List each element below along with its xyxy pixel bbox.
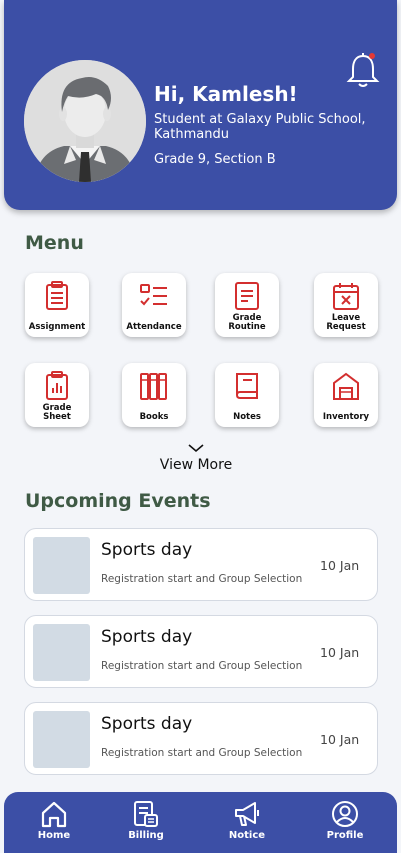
document-icon	[235, 282, 259, 310]
menu-item-label: Assignment	[28, 322, 86, 332]
checklist-icon	[140, 284, 167, 306]
menu-item-leave-request[interactable]: Leave Request	[314, 273, 378, 337]
menu-item-notes[interactable]: Notes	[215, 363, 279, 427]
notebook-icon	[236, 373, 258, 399]
nav-label: Profile	[326, 830, 364, 841]
menu-item-label: Inventory	[322, 412, 370, 422]
event-description: Registration start and Group Selection	[101, 660, 303, 672]
menu-title: Menu	[25, 232, 84, 254]
menu-item-inventory[interactable]: Inventory	[314, 363, 378, 427]
event-date: 10 Jan	[320, 732, 360, 747]
home-icon	[41, 801, 67, 828]
student-grade: Grade 9, Section B	[154, 152, 276, 167]
event-thumbnail	[33, 537, 90, 594]
nav-label: Home	[37, 830, 71, 841]
event-title: Sports day	[101, 540, 193, 560]
menu-item-grade-routine[interactable]: Grade Routine	[215, 273, 279, 337]
bottom-nav: Home Billing Notice Profile	[4, 792, 397, 853]
megaphone-icon	[235, 802, 259, 826]
event-description: Registration start and Group Selection	[101, 747, 303, 759]
menu-item-grade-sheet[interactable]: Grade Sheet	[25, 363, 89, 427]
chevron-down-icon	[188, 444, 204, 453]
menu-item-attendance[interactable]: Attendance	[122, 273, 186, 337]
notification-dot	[369, 53, 375, 59]
menu-item-label: Grade Routine	[228, 313, 266, 332]
menu-item-label: Grade Sheet	[42, 403, 72, 422]
menu-item-label: Notes	[233, 412, 261, 422]
calendar-x-icon	[333, 283, 359, 310]
menu-item-assignment[interactable]: Assignment	[25, 273, 89, 337]
notification-bell-icon[interactable]	[346, 50, 380, 90]
student-school: Student at Galaxy Public School, Kathman…	[154, 112, 366, 142]
event-card[interactable]: Sports day Registration start and Group …	[24, 528, 378, 601]
menu-item-label: Leave Request	[326, 313, 366, 332]
nav-profile[interactable]: Profile	[310, 800, 380, 841]
warehouse-icon	[333, 372, 359, 400]
view-more-button[interactable]: View More	[150, 442, 242, 473]
report-icon	[46, 371, 68, 400]
event-card[interactable]: Sports day Registration start and Group …	[24, 702, 378, 775]
profile-header: Hi, Kamlesh! Student at Galaxy Public Sc…	[4, 0, 397, 210]
event-description: Registration start and Group Selection	[101, 573, 303, 585]
event-title: Sports day	[101, 627, 193, 647]
nav-label: Billing	[128, 830, 164, 841]
events-title: Upcoming Events	[25, 490, 211, 512]
event-thumbnail	[33, 624, 90, 681]
view-more-label: View More	[159, 457, 233, 473]
books-icon	[140, 373, 167, 400]
event-date: 10 Jan	[320, 645, 360, 660]
profile-icon	[332, 801, 358, 827]
nav-label: Notice	[228, 830, 266, 841]
menu-item-label: Books	[139, 412, 169, 422]
nav-notice[interactable]: Notice	[212, 800, 282, 841]
event-card[interactable]: Sports day Registration start and Group …	[24, 615, 378, 688]
nav-billing[interactable]: Billing	[111, 800, 181, 841]
event-thumbnail	[33, 711, 90, 768]
menu-item-books[interactable]: Books	[122, 363, 186, 427]
menu-item-label: Attendance	[126, 322, 182, 332]
bill-icon	[134, 801, 158, 827]
event-date: 10 Jan	[320, 558, 360, 573]
avatar[interactable]	[24, 60, 146, 182]
event-title: Sports day	[101, 714, 193, 734]
greeting: Hi, Kamlesh!	[154, 82, 298, 106]
nav-home[interactable]: Home	[19, 800, 89, 841]
clipboard-icon	[46, 281, 68, 310]
